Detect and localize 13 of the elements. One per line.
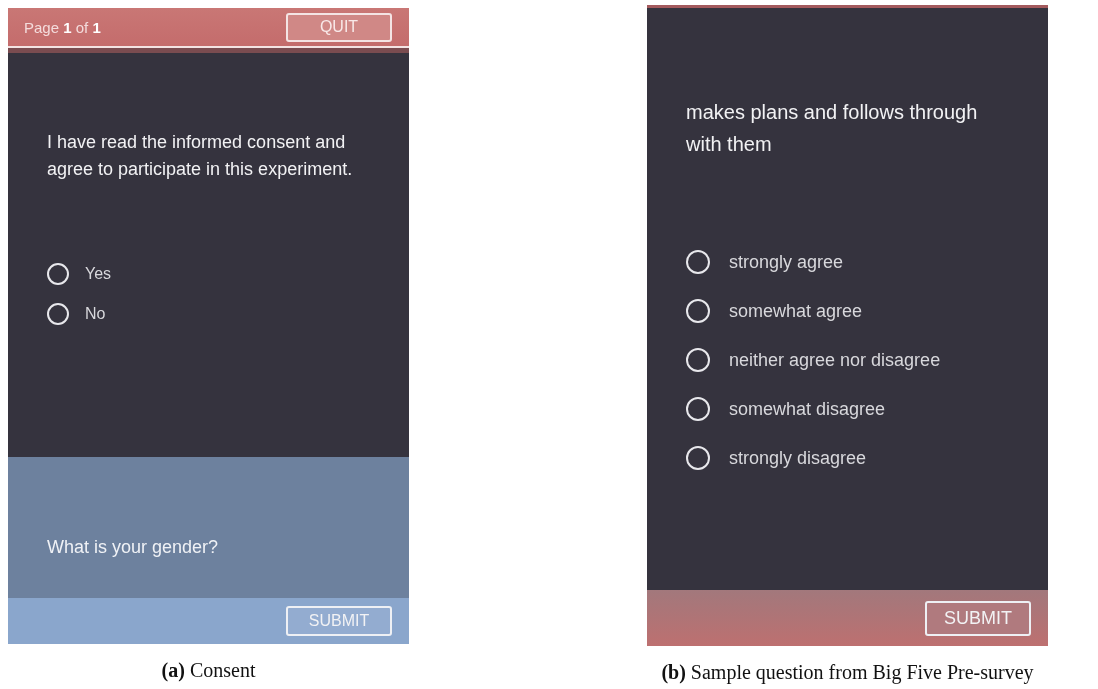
figure-caption: (b) Sample question from Big Five Pre-survey [661, 661, 1034, 684]
question-text: I have read the informed consent and agree to participate in this experiment. [47, 131, 354, 181]
radio-option[interactable]: strongly disagree [686, 446, 1048, 470]
question-text: What is your gender? [47, 537, 219, 558]
question-text: makes plans and follows through with them [686, 100, 979, 157]
radio-option[interactable]: Yes [47, 263, 409, 285]
figure-caption: (a) Consent [161, 659, 256, 682]
radio-option[interactable]: No [47, 303, 409, 325]
radio-option[interactable]: neither agree nor disagree [686, 348, 1048, 372]
radio-option[interactable]: strongly agree [686, 250, 1048, 274]
radio-option[interactable]: somewhat disagree [686, 397, 1048, 421]
radio-option[interactable]: somewhat agree [686, 299, 1048, 323]
page-indicator: Page 1 of 1 [24, 18, 101, 36]
